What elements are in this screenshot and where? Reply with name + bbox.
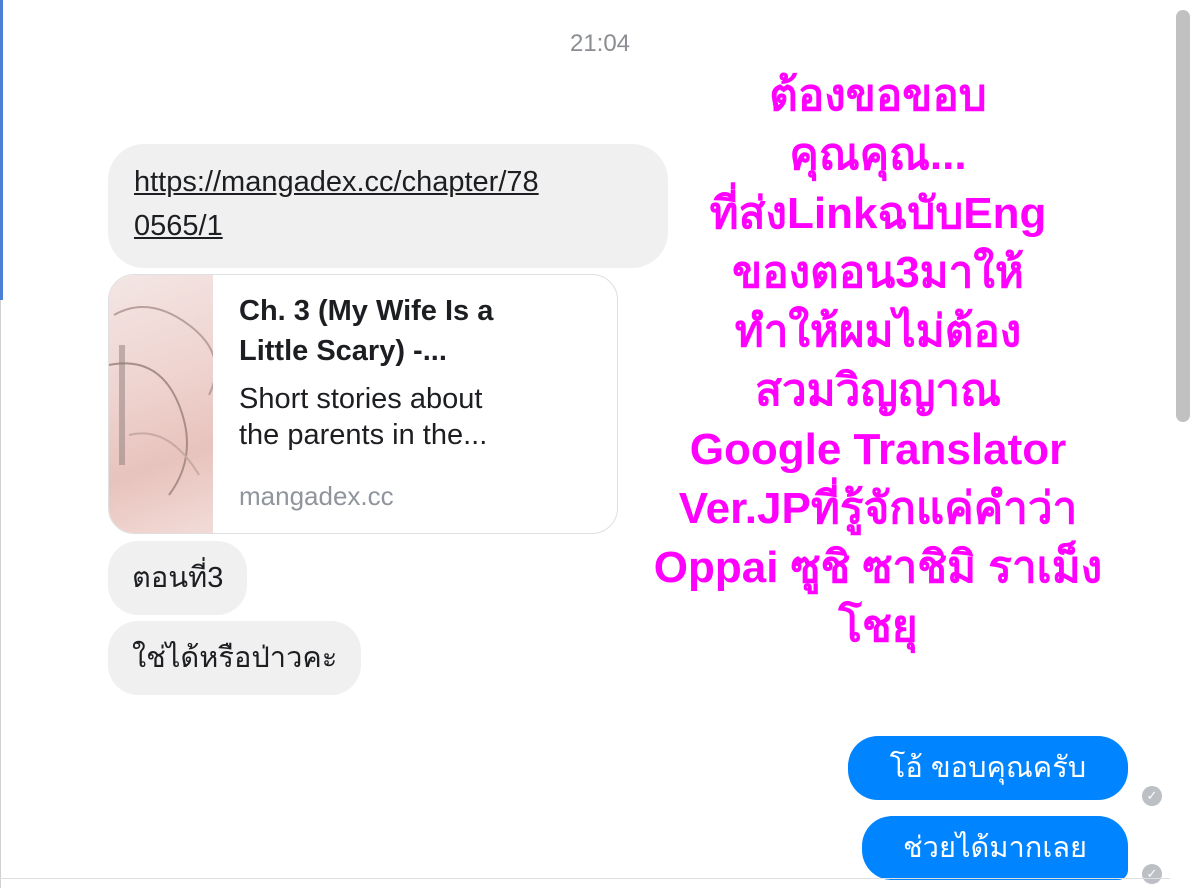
- preview-title-line2: Little Scary) -...: [239, 335, 447, 367]
- preview-description: Short stories about the parents in the..…: [239, 381, 599, 453]
- sent-message-helpful[interactable]: ช่วยได้มากเลย: [862, 816, 1128, 880]
- overlay-line: ที่ส่งLinkฉบับEng: [709, 189, 1047, 238]
- window-left-accent: [0, 0, 3, 300]
- overlay-line: Google Translator: [689, 425, 1067, 474]
- scrollbar-thumb[interactable]: [1176, 10, 1190, 422]
- overlay-line: ต้องขอขอบ: [769, 71, 987, 120]
- overlay-line: Oppai ซูชิ ซาชิมิ ราเม็ง: [653, 543, 1103, 592]
- preview-domain: mangadex.cc: [239, 481, 394, 511]
- check-circle-icon: ✓: [1142, 864, 1162, 884]
- overlay-line: Ver.JPที่รู้จักแค่คำว่า: [678, 484, 1078, 533]
- preview-title-line1: Ch. 3 (My Wife Is a: [239, 295, 494, 327]
- overlay-line: ของตอน3มาให้: [732, 248, 1024, 297]
- composer-divider: [0, 878, 1170, 879]
- link-preview-card[interactable]: Ch. 3 (My Wife Is a Little Scary) -... S…: [108, 274, 618, 534]
- message-timestamp: 21:04: [569, 30, 631, 57]
- chapter-link[interactable]: https://mangadex.cc/chapter/78 0565/1: [134, 166, 539, 242]
- chapter-link-line2: 0565/1: [134, 210, 223, 242]
- overlay-line: โชยุ: [838, 602, 918, 651]
- received-message-question[interactable]: ใช่ได้หรือป่าวคะ: [108, 621, 362, 695]
- overlay-caption: ต้องขอขอบ คุณคุณ... ที่ส่งLinkฉบับEng ขอ…: [568, 66, 1188, 656]
- sent-message-thanks[interactable]: โอ้ ขอบคุณครับ: [848, 736, 1128, 800]
- received-message-episode[interactable]: ตอนที่3: [108, 541, 248, 615]
- overlay-line: คุณคุณ...: [789, 130, 967, 179]
- chapter-link-line1: https://mangadex.cc/chapter/78: [134, 166, 539, 198]
- preview-thumbnail: [109, 275, 217, 533]
- preview-desc-line1: Short stories about: [239, 383, 483, 415]
- preview-desc-line2: the parents in the...: [239, 419, 488, 451]
- check-circle-icon: ✓: [1142, 786, 1162, 806]
- overlay-line: สวมวิญญาณ: [755, 366, 1001, 415]
- overlay-line: ทำให้ผมไม่ต้อง: [734, 307, 1022, 356]
- preview-title: Ch. 3 (My Wife Is a Little Scary) -...: [239, 291, 599, 371]
- window-left-border: [0, 300, 1, 888]
